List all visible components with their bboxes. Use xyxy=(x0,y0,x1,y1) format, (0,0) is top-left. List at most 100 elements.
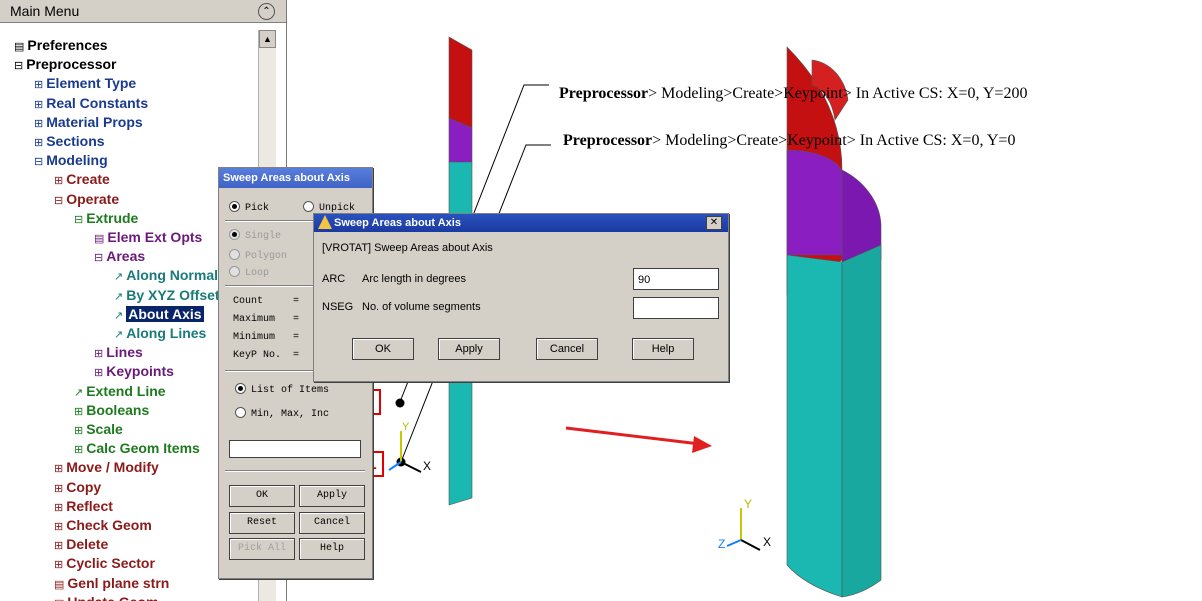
menu-item-label: By XYZ Offset xyxy=(126,286,220,303)
menu-item-label: Cyclic Sector xyxy=(66,555,155,572)
menu-item-sections[interactable]: ⊞ Sections xyxy=(34,132,105,150)
menu-item-preferences[interactable]: ▤ Preferences xyxy=(14,36,108,54)
menu-item-label: Modeling xyxy=(46,152,108,169)
menu-item-operate[interactable]: ⊟ Operate xyxy=(54,190,119,208)
pick-entry-input[interactable] xyxy=(229,440,361,458)
minimum-eq: = xyxy=(293,332,300,343)
nseg-input[interactable] xyxy=(633,297,719,319)
expand-box-icon: ⊞ xyxy=(54,175,64,188)
count-label: Count xyxy=(233,296,264,307)
triad-left-x xyxy=(400,461,422,473)
expand-box-icon: ⊞ xyxy=(34,79,44,92)
min-max-inc-radio[interactable]: Min, Max, Inc xyxy=(235,407,329,420)
menu-item-real-constants[interactable]: ⊞ Real Constants xyxy=(34,94,148,112)
menu-item-keypoints[interactable]: ⊞ Keypoints xyxy=(94,362,174,380)
maximum-label: Maximum xyxy=(233,314,276,325)
maximum-eq: = xyxy=(293,314,300,325)
menu-item-element-type[interactable]: ⊞ Element Type xyxy=(34,74,136,92)
menu-item-booleans[interactable]: ⊞ Booleans xyxy=(74,401,149,419)
collapse-box-icon: ⊟ xyxy=(74,213,84,226)
menu-item-label: Delete xyxy=(66,536,109,553)
arc-input[interactable]: 90 xyxy=(633,268,719,290)
menu-item-label: Extrude xyxy=(86,209,139,226)
loop-radio[interactable]: Loop xyxy=(229,266,269,279)
expand-box-icon: ⊞ xyxy=(74,425,84,437)
sweep-dialog-title: Sweep Areas about Axis xyxy=(334,217,461,229)
action-arrow-icon: ↗ xyxy=(114,329,124,341)
right-model-cyan-front xyxy=(786,254,843,598)
menu-item-lines[interactable]: ⊞ Lines xyxy=(94,343,143,361)
pick-all-button[interactable]: Pick All xyxy=(229,538,295,560)
collapse-box-icon: ⊟ xyxy=(94,252,104,265)
polygon-label: Polygon xyxy=(245,251,288,263)
menu-item-preprocessor[interactable]: ⊟ Preprocessor xyxy=(14,55,117,73)
menu-item-material-props[interactable]: ⊞ Material Props xyxy=(34,113,143,131)
callout-2-bold: Preprocessor xyxy=(563,132,653,149)
menu-item-check-geom[interactable]: ⊞ Check Geom xyxy=(54,516,152,534)
menu-item-update-geom[interactable]: ▤Update Geom xyxy=(54,593,158,601)
double-chevron-up-icon[interactable]: ⌃ xyxy=(258,3,275,20)
apply-button[interactable]: Apply xyxy=(299,485,365,507)
menu-item-about-axis[interactable]: ↗ About Axis xyxy=(114,305,204,323)
menu-item-along-lines[interactable]: ↗ Along Lines xyxy=(114,324,206,342)
menu-item-label: Extend Line xyxy=(86,382,166,399)
menu-item-extrude[interactable]: ⊟ Extrude xyxy=(74,209,138,227)
menu-item-label: Booleans xyxy=(86,401,150,418)
keypoint-marker-2 xyxy=(395,398,405,408)
menu-item-elem-ext-opts[interactable]: ▤ Elem Ext Opts xyxy=(94,228,202,246)
arc-label: Arc length in degrees xyxy=(362,273,466,285)
menu-item-label: About Axis xyxy=(126,305,204,322)
menu-item-calc-geom-items[interactable]: ⊞ Calc Geom Items xyxy=(74,439,200,457)
sweep-areas-dialog: Sweep Areas about Axis ✕ [VROTAT] Sweep … xyxy=(313,213,729,382)
expand-box-icon: ⊞ xyxy=(94,367,104,380)
sweep-cancel-button[interactable]: Cancel xyxy=(536,338,598,360)
menu-item-reflect[interactable]: ⊞ Reflect xyxy=(54,497,113,515)
radio-off-icon xyxy=(235,407,246,418)
menu-item-label: Elem Ext Opts xyxy=(107,229,203,245)
menu-item-label: Reflect xyxy=(66,497,113,514)
expand-box-icon: ⊞ xyxy=(34,137,44,149)
menu-item-scale[interactable]: ⊞ Scale xyxy=(74,420,123,438)
menu-item-copy[interactable]: ⊞ Copy xyxy=(54,478,101,496)
menu-item-label: Material Props xyxy=(46,113,143,130)
menu-item-cyclic-sector[interactable]: ⊞ Cyclic Sector xyxy=(54,554,155,572)
menu-item-label: Move / Modify xyxy=(66,459,159,476)
sweep-ok-button[interactable]: OK xyxy=(352,338,414,360)
expand-box-icon: ⊞ xyxy=(54,501,64,514)
action-arrow-icon: ↗ xyxy=(114,271,124,284)
cancel-button[interactable]: Cancel xyxy=(299,512,365,534)
close-icon[interactable]: ✕ xyxy=(706,216,722,230)
help-button[interactable]: Help xyxy=(299,538,365,560)
single-radio[interactable]: Single xyxy=(229,229,281,242)
menu-item-label: Genl plane strn xyxy=(67,574,170,591)
expand-box-icon: ⊞ xyxy=(94,348,104,361)
expand-box-icon: ⊞ xyxy=(54,540,64,553)
expand-box-icon: ⊞ xyxy=(54,559,64,572)
scroll-up-icon[interactable]: ▲ xyxy=(259,30,276,48)
divider xyxy=(225,470,365,472)
menu-item-genl-plane-strn[interactable]: ▤ Genl plane strn xyxy=(54,574,169,592)
menu-item-label: Along Lines xyxy=(126,325,207,341)
ok-button[interactable]: OK xyxy=(229,485,295,507)
sweep-dialog-titlebar: Sweep Areas about Axis ✕ xyxy=(314,214,728,232)
collapse-box-icon: ⊟ xyxy=(54,194,64,207)
menu-item-delete[interactable]: ⊞ Delete xyxy=(54,535,108,553)
menu-item-by-xyz-offset[interactable]: ↗ By XYZ Offset xyxy=(114,286,220,304)
polygon-radio[interactable]: Polygon xyxy=(229,249,288,263)
callout-1-text: > Modeling>Create>Keypoint> In Active CS… xyxy=(648,85,1028,102)
collapse-box-icon: ⊟ xyxy=(14,60,24,73)
sweep-help-button[interactable]: Help xyxy=(632,338,694,360)
menu-item-along-normal[interactable]: ↗ Along Normal xyxy=(114,266,218,284)
menu-item-modeling[interactable]: ⊟ Modeling xyxy=(34,151,108,169)
reset-button[interactable]: Reset xyxy=(229,512,295,534)
menu-item-extend-line[interactable]: ↗ Extend Line xyxy=(74,382,166,400)
menu-item-areas[interactable]: ⊟ Areas xyxy=(94,247,145,265)
sweep-apply-button[interactable]: Apply xyxy=(438,338,500,360)
menu-item-move-modify[interactable]: ⊞ Move / Modify xyxy=(54,458,159,476)
left-model-red-face xyxy=(448,36,473,129)
list-of-items-radio[interactable]: List of Items xyxy=(235,383,329,396)
pick-radio[interactable]: Pick xyxy=(229,201,269,214)
callout-1-bold: Preprocessor xyxy=(559,85,649,102)
menu-item-create[interactable]: ⊞ Create xyxy=(54,170,110,188)
callout-2-text: > Modeling>Create>Keypoint> In Active CS… xyxy=(652,132,1016,149)
